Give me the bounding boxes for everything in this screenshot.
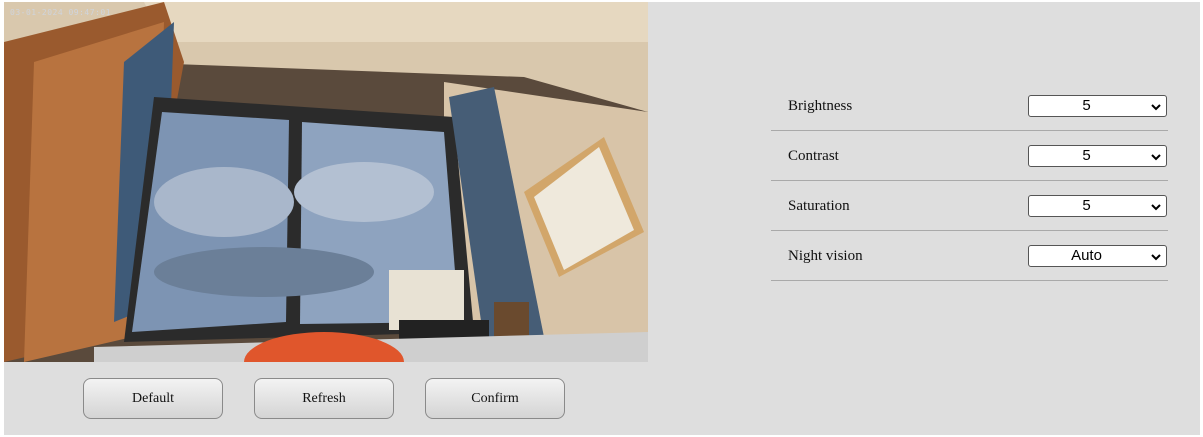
image-settings-list: Brightness 5 Contrast 5 Saturation 5 Nig… [771, 81, 1168, 281]
chevron-down-icon [1151, 254, 1161, 261]
contrast-select[interactable]: 5 [1028, 145, 1167, 167]
chevron-down-icon [1151, 204, 1161, 211]
contrast-label: Contrast [788, 148, 839, 164]
saturation-label: Saturation [788, 198, 850, 214]
default-button[interactable]: Default [83, 378, 223, 419]
night-vision-value: Auto [1071, 247, 1102, 264]
night-vision-row: Night vision Auto [771, 231, 1168, 281]
timestamp-overlay: 03-01-2024 09:47:01 [10, 8, 112, 17]
camera-preview: 03-01-2024 09:47:01 [4, 2, 648, 362]
camera-image [4, 2, 648, 362]
chevron-down-icon [1151, 104, 1161, 111]
brightness-row: Brightness 5 [771, 81, 1168, 131]
confirm-button[interactable]: Confirm [425, 378, 565, 419]
contrast-row: Contrast 5 [771, 131, 1168, 181]
brightness-value: 5 [1082, 97, 1091, 114]
saturation-row: Saturation 5 [771, 181, 1168, 231]
night-vision-select[interactable]: Auto [1028, 245, 1167, 267]
contrast-value: 5 [1082, 147, 1091, 164]
refresh-button[interactable]: Refresh [254, 378, 394, 419]
saturation-select[interactable]: 5 [1028, 195, 1167, 217]
night-vision-label: Night vision [788, 248, 863, 264]
brightness-select[interactable]: 5 [1028, 95, 1167, 117]
chevron-down-icon [1151, 154, 1161, 161]
brightness-label: Brightness [788, 98, 853, 114]
saturation-value: 5 [1082, 197, 1091, 214]
settings-panel: 03-01-2024 09:47:01 Default Refresh Conf… [4, 2, 1200, 435]
